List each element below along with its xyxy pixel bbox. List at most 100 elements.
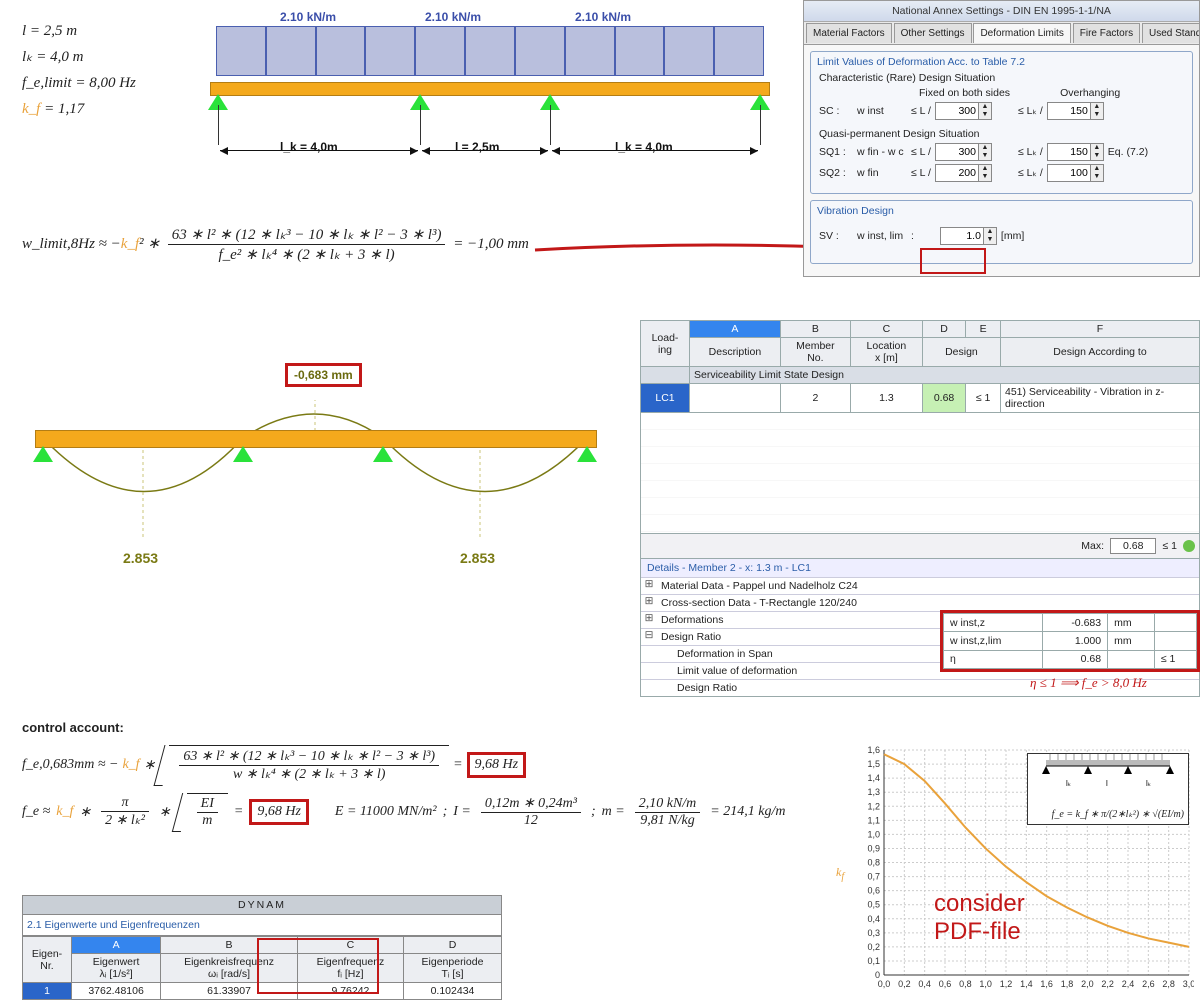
tab-other-settings[interactable]: Other Settings (894, 23, 972, 43)
col-loading: Load- ing (641, 321, 690, 367)
svg-text:lₖ: lₖ (1146, 779, 1151, 788)
sq1-fixed-input[interactable]: ▲▼ (935, 143, 992, 161)
eta-conclusion: η ≤ 1 ⟹ f_e > 8,0 Hz (1030, 675, 1147, 691)
col-fixed-label: Fixed on both sides (919, 87, 1010, 99)
kf-chart: 00,10,20,30,40,50,60,70,80,91,01,11,21,3… (854, 745, 1194, 995)
formula-wlimit: w_limit,8Hz ≈ −k_f² ∗ 63 ∗ l² ∗ (12 ∗ lₖ… (22, 225, 529, 264)
svg-text:lₖ: lₖ (1066, 779, 1071, 788)
col-eigenwert: Eigenwert λᵢ [1/s²] (72, 954, 161, 983)
dynam-subtitle: 2.1 Eigenwerte und Eigenfrequenzen (22, 915, 502, 936)
tab-material-factors[interactable]: Material Factors (806, 23, 892, 43)
group-deformation-limits: Limit Values of Deformation Acc. to Tabl… (810, 51, 1193, 194)
max-le: ≤ 1 (1162, 540, 1177, 552)
col-letter[interactable]: E (966, 321, 1001, 338)
eq-ref: Eq. (7.2) (1108, 146, 1148, 158)
col-letter[interactable]: C (850, 321, 922, 338)
group-title: Vibration Design (817, 205, 1184, 217)
param-fe: f_e,limit = 8,00 Hz (22, 70, 136, 96)
col-design: Design (922, 338, 1000, 367)
chart-inset: lₖllₖ f_e = k_f ∗ π/(2∗lₖ²) ∗ √(EI/m) (1027, 753, 1189, 825)
col-according: Design According to (1001, 338, 1200, 367)
support-icon (33, 446, 53, 462)
limit-label: ≤ L / (911, 105, 931, 117)
sls-row: Serviceability Limit State Design (690, 367, 1200, 384)
limit-label: ≤ Lₖ / (1018, 146, 1043, 158)
support-icon (577, 446, 597, 462)
svg-text:0,4: 0,4 (867, 914, 880, 924)
svg-text:1,4: 1,4 (1020, 979, 1033, 989)
col-letter[interactable]: D (403, 937, 501, 954)
max-row: Max: 0.68 ≤ 1 (640, 534, 1200, 559)
svg-text:0,5: 0,5 (867, 900, 880, 910)
sq2-fixed-input[interactable]: ▲▼ (935, 164, 992, 182)
tree-row[interactable]: ⊞Cross-section Data - T-Rectangle 120/24… (641, 594, 1199, 611)
beam (210, 82, 770, 96)
svg-text:0,6: 0,6 (939, 979, 952, 989)
sc-fixed-input[interactable]: ▲▼ (935, 102, 992, 120)
col-location: Location x [m] (850, 338, 922, 367)
dialog-title: National Annex Settings - DIN EN 1995-1-… (804, 1, 1199, 22)
dynam-title: DYNAM (22, 895, 502, 915)
svg-text:2,2: 2,2 (1101, 979, 1114, 989)
sq2-ovh-input[interactable]: ▲▼ (1047, 164, 1104, 182)
dimension-lk1: l_k = 4,0m (280, 140, 338, 154)
sv-unit: [mm] (1001, 230, 1024, 242)
col-letter[interactable]: A (690, 321, 781, 338)
tab-fire-factors[interactable]: Fire Factors (1073, 23, 1140, 43)
tab-deformation-limits[interactable]: Deformation Limits (973, 23, 1070, 43)
cell-location: 1.3 (850, 384, 922, 413)
col-nr: Eigen- Nr. (23, 937, 72, 983)
formula-fe-derived: f_e,0,683mm ≈ −k_f ∗ 63 ∗ l² ∗ (12 ∗ lₖ³… (22, 745, 785, 785)
tree-row[interactable]: ⊞Material Data - Pappel und Nadelholz C2… (641, 577, 1199, 594)
svg-text:2,6: 2,6 (1142, 979, 1155, 989)
svg-text:0,4: 0,4 (918, 979, 931, 989)
svg-text:0,0: 0,0 (878, 979, 891, 989)
settings-dialog: National Annex Settings - DIN EN 1995-1-… (803, 0, 1200, 277)
col-description: Description (690, 338, 781, 367)
load-label-3: 2.10 kN/m (575, 10, 631, 24)
situation-label: Characteristic (Rare) Design Situation (819, 72, 1184, 84)
row-sq1-label: SQ1 : (819, 146, 853, 158)
limit-label: ≤ L / (911, 167, 931, 179)
sq1-ovh-input[interactable]: ▲▼ (1047, 143, 1104, 161)
svg-text:1,6: 1,6 (1040, 979, 1053, 989)
col-letter[interactable]: D (922, 321, 965, 338)
cell-lc: LC1 (641, 384, 690, 413)
E-value: E = 11000 MN/m² (335, 804, 437, 820)
col-overhang-label: Overhanging (1060, 87, 1120, 99)
y-axis-label: kf (836, 865, 844, 882)
group-vibration-design: Vibration Design SV : w inst, lim : ▲▼ [… (810, 200, 1193, 264)
limit-label: ≤ Lₖ / (1018, 105, 1043, 117)
svg-text:1,3: 1,3 (867, 787, 880, 797)
sc-ovh-input[interactable]: ▲▼ (1047, 102, 1104, 120)
deflection-value: 2.853 (123, 550, 158, 566)
svg-text:0,3: 0,3 (867, 928, 880, 938)
w-fin-label: w fin (857, 167, 907, 179)
row-header (641, 367, 690, 384)
col-letter[interactable]: F (1001, 321, 1200, 338)
svg-text:0,6: 0,6 (867, 886, 880, 896)
table-row[interactable]: LC1 2 1.3 0.68 ≤ 1 451) Serviceability -… (641, 384, 1200, 413)
col-letter[interactable]: A (72, 937, 161, 954)
svg-text:0,9: 0,9 (867, 843, 880, 853)
svg-text:1,0: 1,0 (867, 829, 880, 839)
dimension-lk2: l_k = 4,0m (615, 140, 673, 154)
results-grid: Load- ing A B C D E F Description Member… (640, 320, 1200, 413)
cell-design-val: 0.68 (922, 384, 965, 413)
param-l: l = 2,5 m (22, 18, 136, 44)
param-kf: k_f = 1,17 (22, 96, 136, 122)
param-lk: lₖ = 4,0 m (22, 44, 136, 70)
w-inst-label: w inst (857, 105, 907, 117)
col-letter[interactable]: B (780, 321, 850, 338)
w-inst-lim-label: w inst, lim (857, 230, 907, 242)
svg-text:1,2: 1,2 (1000, 979, 1013, 989)
row-sv-label: SV : (819, 230, 853, 242)
svg-text:1,8: 1,8 (1061, 979, 1074, 989)
highlight-eigenfreq (257, 938, 379, 994)
svg-text:1,4: 1,4 (867, 773, 880, 783)
tab-used-standards[interactable]: Used Standards (1142, 23, 1199, 43)
row-sq2-label: SQ2 : (819, 167, 853, 179)
sv-input[interactable]: ▲▼ (940, 227, 997, 245)
max-value: 0.68 (1110, 538, 1156, 554)
svg-text:0,8: 0,8 (959, 979, 972, 989)
